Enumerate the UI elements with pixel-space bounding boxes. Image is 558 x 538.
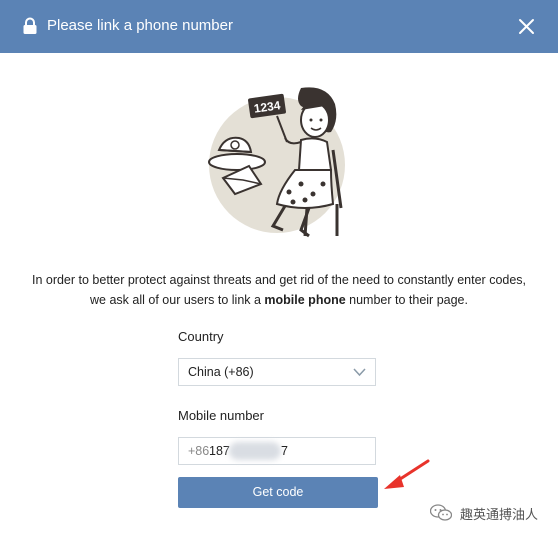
mobile-number-input[interactable]: +86 187 7 xyxy=(178,437,376,465)
redaction-blur xyxy=(229,442,281,460)
phone-prefix: +86 xyxy=(188,444,210,458)
wechat-icon xyxy=(430,504,452,521)
dialog-header: Please link a phone number xyxy=(0,0,558,53)
lock-icon xyxy=(23,17,37,34)
country-value: China (+86) xyxy=(188,365,254,379)
country-select[interactable]: China (+86) xyxy=(178,358,376,386)
close-icon[interactable] xyxy=(517,17,536,36)
country-label: Country xyxy=(178,329,224,344)
mobile-number-label: Mobile number xyxy=(178,408,264,423)
dialog-title: Please link a phone number xyxy=(47,17,233,34)
get-code-button[interactable]: Get code xyxy=(178,477,378,508)
phone-value-start: 187 xyxy=(209,444,230,458)
watermark-text: 趣英通搏油人 xyxy=(460,507,539,522)
phone-value-end: 7 xyxy=(281,444,288,458)
description-line-1: In order to better protect against threa… xyxy=(31,273,527,287)
chevron-down-icon xyxy=(353,368,366,377)
description: In order to better protect against threa… xyxy=(0,270,558,310)
description-bold: mobile phone xyxy=(264,293,346,307)
description-line-2: we ask all of our users to link a mobile… xyxy=(90,293,468,307)
phone-illustration: 1234 xyxy=(208,87,345,238)
red-arrow-annotation xyxy=(384,459,430,489)
